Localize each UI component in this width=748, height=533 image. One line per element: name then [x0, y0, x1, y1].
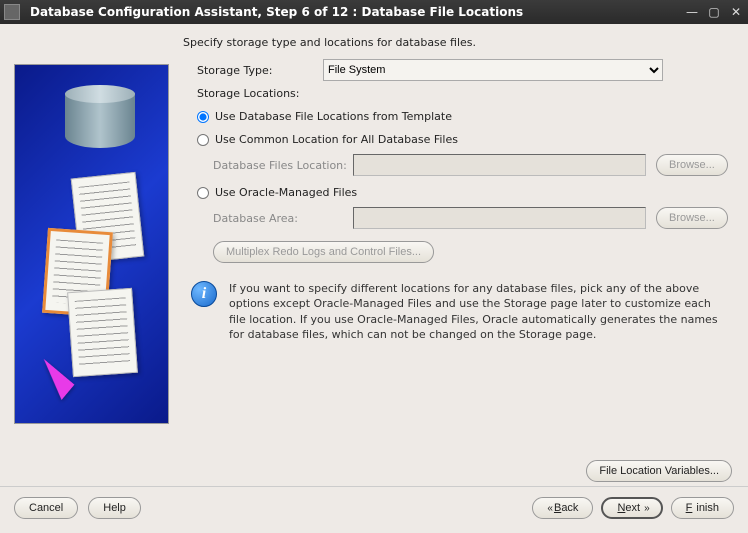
window-body: Specify storage type and locations for d… — [0, 24, 748, 533]
chevron-right-icon: » — [644, 503, 647, 514]
maximize-icon[interactable]: ▢ — [706, 4, 722, 20]
storage-locations-row: Storage Locations: — [183, 87, 734, 100]
db-files-location-label: Database Files Location: — [183, 159, 353, 172]
titlebar: Database Configuration Assistant, Step 6… — [0, 0, 748, 24]
app-icon — [4, 4, 20, 20]
document-icon — [67, 288, 138, 377]
db-area-row: Database Area: Browse... — [183, 207, 734, 229]
next-button[interactable]: Next » — [601, 497, 662, 519]
radio-omf[interactable] — [197, 187, 209, 199]
storage-type-row: Storage Type: File System — [183, 59, 734, 81]
window-controls: — ▢ ✕ — [684, 4, 744, 20]
info-icon: i — [191, 281, 217, 307]
storage-type-label: Storage Type: — [183, 64, 323, 77]
radio-common[interactable] — [197, 134, 209, 146]
close-icon[interactable]: ✕ — [728, 4, 744, 20]
footer: Cancel Help « Back Next » Finish — [0, 486, 748, 533]
db-area-label: Database Area: — [183, 212, 353, 225]
storage-type-select[interactable]: File System — [323, 59, 663, 81]
radio-omf-row: Use Oracle-Managed Files — [183, 186, 734, 199]
database-cylinder-icon — [65, 85, 135, 155]
wizard-sidebar-image — [14, 64, 169, 424]
help-button[interactable]: Help — [88, 497, 141, 519]
radio-template[interactable] — [197, 111, 209, 123]
browse-button-1: Browse... — [656, 154, 728, 176]
info-box: i If you want to specify different locat… — [183, 281, 734, 343]
radio-common-row: Use Common Location for All Database Fil… — [183, 133, 734, 146]
radio-template-row: Use Database File Locations from Templat… — [183, 110, 734, 123]
footer-right: « Back Next » Finish — [532, 497, 734, 519]
multiplex-row: Multiplex Redo Logs and Control Files... — [183, 241, 734, 263]
back-label: ack — [561, 502, 578, 514]
finish-button[interactable]: Finish — [671, 497, 734, 519]
minimize-icon[interactable]: — — [684, 4, 700, 20]
main-panel: Specify storage type and locations for d… — [183, 36, 734, 452]
radio-template-label: Use Database File Locations from Templat… — [215, 110, 452, 123]
file-location-variables-button[interactable]: File Location Variables... — [586, 460, 732, 482]
back-button[interactable]: « Back — [532, 497, 593, 519]
info-text: If you want to specify different locatio… — [229, 281, 726, 343]
arrow-icon — [16, 346, 75, 400]
next-label: ext — [625, 502, 640, 514]
intro-text: Specify storage type and locations for d… — [183, 36, 734, 49]
cancel-button[interactable]: Cancel — [14, 497, 78, 519]
storage-locations-label: Storage Locations: — [183, 87, 323, 100]
window-title: Database Configuration Assistant, Step 6… — [30, 5, 684, 19]
db-area-input — [353, 207, 646, 229]
chevron-left-icon: « — [547, 503, 550, 514]
file-location-row: File Location Variables... — [0, 452, 748, 486]
content-area: Specify storage type and locations for d… — [0, 24, 748, 452]
radio-common-label: Use Common Location for All Database Fil… — [215, 133, 458, 146]
radio-omf-label: Use Oracle-Managed Files — [215, 186, 357, 199]
multiplex-button: Multiplex Redo Logs and Control Files... — [213, 241, 434, 263]
browse-button-2: Browse... — [656, 207, 728, 229]
footer-left: Cancel Help — [14, 497, 141, 519]
db-files-location-input — [353, 154, 646, 176]
db-files-location-row: Database Files Location: Browse... — [183, 154, 734, 176]
